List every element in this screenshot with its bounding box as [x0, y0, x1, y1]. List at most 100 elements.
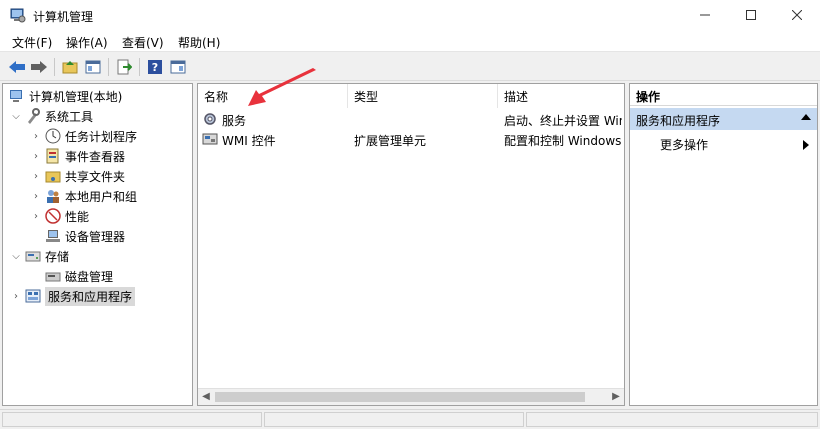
- chevron-right-icon[interactable]: ›: [29, 151, 43, 162]
- console-tree-panel: 计算机管理(本地) ⌵ 系统工具 › 任务计划程序 › 事件查看器 › 共享文件…: [2, 83, 193, 406]
- list-item-services[interactable]: 服务 启动、终止并设置 Windows 服务。: [198, 109, 624, 129]
- tree-label: 任务计划程序: [65, 129, 138, 144]
- tree-item-local-users[interactable]: › 本地用户和组: [29, 186, 137, 206]
- column-header-type[interactable]: 类型: [348, 84, 498, 108]
- event-viewer-icon: [46, 148, 59, 164]
- tree-label: 事件查看器: [65, 149, 126, 164]
- scroll-left-icon[interactable]: ◀: [198, 391, 214, 402]
- status-segment: [2, 412, 262, 427]
- tree-label: 本地用户和组: [65, 189, 138, 204]
- tree-item-system-tools[interactable]: ⌵ 系统工具: [9, 106, 93, 126]
- chevron-down-icon[interactable]: ⌵: [9, 251, 23, 262]
- list-cell-description: 启动、终止并设置 Windows 服务。: [504, 114, 622, 128]
- export-list-button[interactable]: [113, 57, 135, 77]
- menu-action[interactable]: 操作(A): [66, 34, 108, 51]
- tree-label: 性能: [65, 209, 90, 224]
- chevron-right-icon[interactable]: ›: [29, 131, 43, 142]
- tree-item-performance[interactable]: › 性能: [29, 206, 89, 226]
- services-gear-icon: [204, 113, 216, 125]
- storage-icon: [25, 251, 41, 262]
- tree-label: 服务和应用程序: [45, 286, 136, 306]
- forward-arrow-icon: [31, 61, 47, 73]
- actions-pane: 操作 服务和应用程序 更多操作: [629, 83, 818, 406]
- computer-management-icon: [10, 8, 26, 23]
- title-bar: 计算机管理: [0, 0, 820, 30]
- forward-button[interactable]: [28, 57, 50, 77]
- list-cell-name: 服务: [222, 114, 247, 128]
- tree-label: 设备管理器: [65, 229, 126, 244]
- tree-label: 存储: [45, 249, 70, 264]
- column-header-description[interactable]: 描述: [498, 84, 624, 108]
- svg-text:?: ?: [152, 61, 158, 74]
- list-cell-type: 扩展管理单元: [354, 134, 427, 148]
- maximize-button[interactable]: [728, 0, 774, 30]
- up-folder-icon: [62, 61, 78, 74]
- disk-management-icon: [45, 272, 61, 282]
- submenu-arrow-icon: [803, 140, 809, 150]
- computer-management-window: 计算机管理 文件(F) 操作(A) 查看(V) 帮助(H) ? 计算机管理(本地…: [0, 0, 820, 429]
- shared-folder-icon: [45, 171, 61, 183]
- list-cell-description: 配置和控制 Windows Management Instrumentation: [504, 134, 622, 148]
- annotation-red-arrow-icon: [248, 68, 316, 106]
- tree-item-task-scheduler[interactable]: › 任务计划程序: [29, 126, 137, 146]
- menu-file[interactable]: 文件(F): [12, 34, 52, 51]
- show-hide-action-pane-icon: [170, 60, 186, 74]
- tree-label: 系统工具: [45, 109, 94, 124]
- tree-item-event-viewer[interactable]: › 事件查看器: [29, 146, 125, 166]
- menu-help[interactable]: 帮助(H): [178, 34, 220, 51]
- horizontal-scrollbar[interactable]: ◀ ▶: [198, 388, 624, 405]
- window-title: 计算机管理: [33, 10, 94, 24]
- export-list-icon: [117, 59, 132, 75]
- minimize-button[interactable]: [682, 0, 728, 30]
- chevron-right-icon[interactable]: ›: [9, 291, 23, 302]
- tree-label: 计算机管理(本地): [29, 89, 123, 104]
- chevron-down-icon[interactable]: ⌵: [9, 111, 23, 122]
- device-manager-icon: [46, 230, 60, 242]
- menu-view[interactable]: 查看(V): [122, 34, 164, 51]
- actions-group-services-apps[interactable]: 服务和应用程序: [630, 108, 817, 130]
- more-actions-label: 更多操作: [660, 138, 709, 152]
- tree-label: 磁盘管理: [65, 269, 114, 284]
- status-segment: [526, 412, 818, 427]
- maximize-icon: [746, 10, 756, 20]
- tree-item-storage[interactable]: ⌵ 存储: [9, 246, 69, 266]
- actions-group-label: 服务和应用程序: [636, 114, 721, 128]
- clock-icon: [45, 128, 61, 144]
- toolbar: ?: [0, 53, 820, 81]
- help-icon: ?: [148, 60, 162, 74]
- chevron-right-icon[interactable]: ›: [29, 191, 43, 202]
- close-button[interactable]: [774, 0, 820, 30]
- list-cell-name: WMI 控件: [222, 134, 276, 148]
- show-hide-tree-button[interactable]: [82, 57, 104, 77]
- help-button[interactable]: ?: [144, 57, 166, 77]
- close-icon: [792, 10, 802, 20]
- scrollbar-thumb[interactable]: [215, 392, 585, 402]
- list-item-wmi[interactable]: WMI 控件 扩展管理单元 配置和控制 Windows Management I…: [198, 129, 624, 149]
- more-actions-item[interactable]: 更多操作: [660, 136, 817, 156]
- up-level-button[interactable]: [59, 57, 81, 77]
- back-button[interactable]: [6, 57, 28, 77]
- status-segment: [264, 412, 524, 427]
- collapse-arrow-icon[interactable]: [801, 114, 811, 120]
- tree-item-root[interactable]: 计算机管理(本地): [7, 86, 122, 106]
- tree-item-device-manager[interactable]: 设备管理器: [43, 226, 125, 246]
- computer-management-icon: [10, 90, 22, 102]
- scroll-right-icon[interactable]: ▶: [608, 391, 624, 402]
- show-hide-action-pane-button[interactable]: [167, 57, 189, 77]
- toolbar-separator: [108, 58, 109, 76]
- back-arrow-icon: [9, 61, 25, 73]
- performance-icon: [45, 208, 61, 224]
- tree-item-shared-folders[interactable]: › 共享文件夹: [29, 166, 125, 186]
- chevron-right-icon[interactable]: ›: [29, 171, 43, 182]
- toolbar-separator: [54, 58, 55, 76]
- chevron-right-icon[interactable]: ›: [29, 211, 43, 222]
- status-bar: [0, 409, 820, 429]
- tree-item-disk-management[interactable]: 磁盘管理: [43, 266, 113, 286]
- tree-item-services-apps[interactable]: › 服务和应用程序: [9, 286, 136, 306]
- tools-icon: [28, 108, 40, 124]
- menu-bar: 文件(F) 操作(A) 查看(V) 帮助(H): [0, 30, 820, 52]
- users-icon: [47, 190, 59, 203]
- tree-label: 共享文件夹: [65, 169, 126, 184]
- show-hide-tree-icon: [85, 60, 101, 74]
- toolbar-separator: [139, 58, 140, 76]
